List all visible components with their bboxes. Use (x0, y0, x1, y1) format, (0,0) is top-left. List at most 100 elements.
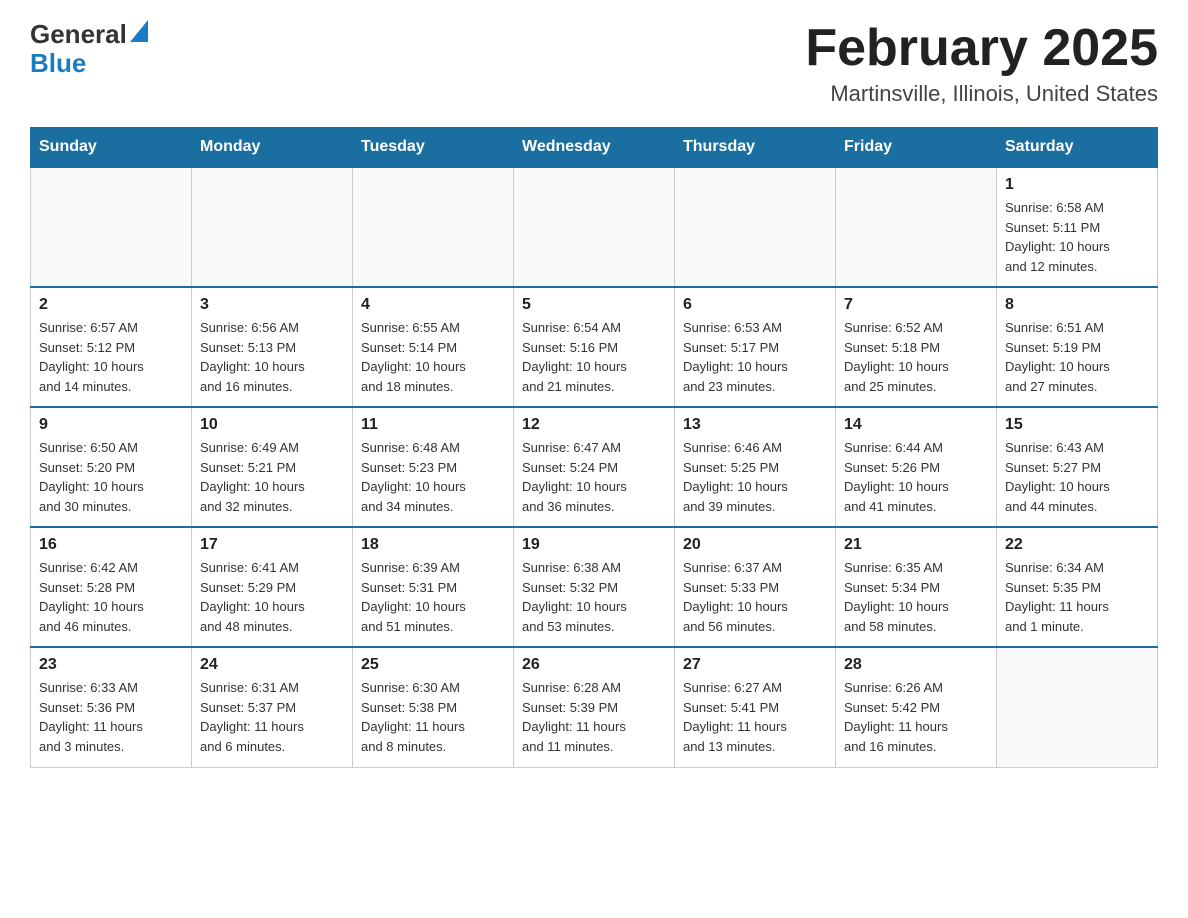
calendar-cell: 9 Sunrise: 6:50 AM Sunset: 5:20 PM Daylig… (31, 407, 192, 527)
week-row: 9 Sunrise: 6:50 AM Sunset: 5:20 PM Daylig… (31, 407, 1158, 527)
day-info: Sunrise: 6:28 AM Sunset: 5:39 PM Dayligh… (522, 678, 666, 756)
day-number: 6 (683, 296, 827, 314)
day-number: 22 (1005, 536, 1149, 554)
calendar-cell: 8 Sunrise: 6:51 AM Sunset: 5:19 PM Daylig… (997, 287, 1158, 407)
calendar-cell: 25 Sunrise: 6:30 AM Sunset: 5:38 PM Dayli… (353, 647, 514, 767)
day-info: Sunrise: 6:50 AM Sunset: 5:20 PM Dayligh… (39, 438, 183, 516)
column-header-sunday: Sunday (31, 128, 192, 168)
day-number: 27 (683, 656, 827, 674)
day-info: Sunrise: 6:39 AM Sunset: 5:31 PM Dayligh… (361, 558, 505, 636)
logo-wrapper: General Blue (30, 20, 148, 77)
day-number: 23 (39, 656, 183, 674)
day-number: 19 (522, 536, 666, 554)
calendar-cell: 16 Sunrise: 6:42 AM Sunset: 5:28 PM Dayli… (31, 527, 192, 647)
day-info: Sunrise: 6:38 AM Sunset: 5:32 PM Dayligh… (522, 558, 666, 636)
calendar-cell: 2 Sunrise: 6:57 AM Sunset: 5:12 PM Daylig… (31, 287, 192, 407)
calendar-cell: 20Sunrise: 6:37 AM Sunset: 5:33 PM Dayli… (675, 527, 836, 647)
day-info: Sunrise: 6:41 AM Sunset: 5:29 PM Dayligh… (200, 558, 344, 636)
day-number: 24 (200, 656, 344, 674)
day-info: Sunrise: 6:58 AM Sunset: 5:11 PM Dayligh… (1005, 198, 1149, 276)
calendar-cell: 23 Sunrise: 6:33 AM Sunset: 5:36 PM Dayli… (31, 647, 192, 767)
day-info: Sunrise: 6:48 AM Sunset: 5:23 PM Dayligh… (361, 438, 505, 516)
calendar-cell: 7Sunrise: 6:52 AM Sunset: 5:18 PM Daylig… (836, 287, 997, 407)
calendar-cell: 28Sunrise: 6:26 AM Sunset: 5:42 PM Dayli… (836, 647, 997, 767)
day-number: 5 (522, 296, 666, 314)
calendar-cell: 11 Sunrise: 6:48 AM Sunset: 5:23 PM Dayli… (353, 407, 514, 527)
day-info: Sunrise: 6:42 AM Sunset: 5:28 PM Dayligh… (39, 558, 183, 636)
calendar-cell: 22Sunrise: 6:34 AM Sunset: 5:35 PM Dayli… (997, 527, 1158, 647)
day-number: 10 (200, 416, 344, 434)
day-number: 1 (1005, 176, 1149, 194)
day-number: 8 (1005, 296, 1149, 314)
calendar-cell: 1 Sunrise: 6:58 AM Sunset: 5:11 PM Daylig… (997, 167, 1158, 287)
title-area: February 2025 Martinsville, Illinois, Un… (805, 20, 1158, 107)
calendar-table: SundayMondayTuesdayWednesdayThursdayFrid… (30, 127, 1158, 768)
logo-row1: General (30, 20, 148, 49)
calendar-cell: 27Sunrise: 6:27 AM Sunset: 5:41 PM Dayli… (675, 647, 836, 767)
day-info: Sunrise: 6:37 AM Sunset: 5:33 PM Dayligh… (683, 558, 827, 636)
day-number: 4 (361, 296, 505, 314)
day-number: 28 (844, 656, 988, 674)
day-number: 17 (200, 536, 344, 554)
logo-blue-label: Blue (30, 48, 86, 78)
day-info: Sunrise: 6:55 AM Sunset: 5:14 PM Dayligh… (361, 318, 505, 396)
day-info: Sunrise: 6:44 AM Sunset: 5:26 PM Dayligh… (844, 438, 988, 516)
calendar-cell: 14 Sunrise: 6:44 AM Sunset: 5:26 PM Dayli… (836, 407, 997, 527)
column-header-saturday: Saturday (997, 128, 1158, 168)
column-header-friday: Friday (836, 128, 997, 168)
day-number: 16 (39, 536, 183, 554)
calendar-cell: 15 Sunrise: 6:43 AM Sunset: 5:27 PM Dayli… (997, 407, 1158, 527)
day-info: Sunrise: 6:35 AM Sunset: 5:34 PM Dayligh… (844, 558, 988, 636)
calendar-cell: 26 Sunrise: 6:28 AM Sunset: 5:39 PM Dayli… (514, 647, 675, 767)
day-number: 12 (522, 416, 666, 434)
logo-general-text: General (30, 20, 127, 49)
day-info: Sunrise: 6:53 AM Sunset: 5:17 PM Dayligh… (683, 318, 827, 396)
day-number: 26 (522, 656, 666, 674)
day-info: Sunrise: 6:30 AM Sunset: 5:38 PM Dayligh… (361, 678, 505, 756)
calendar-cell: 5Sunrise: 6:54 AM Sunset: 5:16 PM Daylig… (514, 287, 675, 407)
day-number: 11 (361, 416, 505, 434)
calendar-cell: 6 Sunrise: 6:53 AM Sunset: 5:17 PM Daylig… (675, 287, 836, 407)
column-header-tuesday: Tuesday (353, 128, 514, 168)
header-row: SundayMondayTuesdayWednesdayThursdayFrid… (31, 128, 1158, 168)
calendar-cell (836, 167, 997, 287)
calendar-cell (31, 167, 192, 287)
calendar-cell: 18 Sunrise: 6:39 AM Sunset: 5:31 PM Dayli… (353, 527, 514, 647)
calendar-cell (192, 167, 353, 287)
page-header: General Blue February 2025 Martinsville,… (30, 20, 1158, 107)
calendar-cell: 24 Sunrise: 6:31 AM Sunset: 5:37 PM Dayli… (192, 647, 353, 767)
calendar-cell (514, 167, 675, 287)
day-info: Sunrise: 6:43 AM Sunset: 5:27 PM Dayligh… (1005, 438, 1149, 516)
day-info: Sunrise: 6:33 AM Sunset: 5:36 PM Dayligh… (39, 678, 183, 756)
day-number: 13 (683, 416, 827, 434)
day-number: 25 (361, 656, 505, 674)
week-row: 2 Sunrise: 6:57 AM Sunset: 5:12 PM Daylig… (31, 287, 1158, 407)
day-info: Sunrise: 6:47 AM Sunset: 5:24 PM Dayligh… (522, 438, 666, 516)
day-info: Sunrise: 6:31 AM Sunset: 5:37 PM Dayligh… (200, 678, 344, 756)
day-number: 14 (844, 416, 988, 434)
column-header-monday: Monday (192, 128, 353, 168)
day-number: 2 (39, 296, 183, 314)
day-number: 18 (361, 536, 505, 554)
day-number: 15 (1005, 416, 1149, 434)
calendar-cell: 12 Sunrise: 6:47 AM Sunset: 5:24 PM Dayli… (514, 407, 675, 527)
column-header-wednesday: Wednesday (514, 128, 675, 168)
calendar-cell (675, 167, 836, 287)
day-number: 3 (200, 296, 344, 314)
day-info: Sunrise: 6:46 AM Sunset: 5:25 PM Dayligh… (683, 438, 827, 516)
day-info: Sunrise: 6:56 AM Sunset: 5:13 PM Dayligh… (200, 318, 344, 396)
calendar-cell: 17 Sunrise: 6:41 AM Sunset: 5:29 PM Dayli… (192, 527, 353, 647)
logo-triangle-icon (130, 20, 148, 42)
week-row: 1 Sunrise: 6:58 AM Sunset: 5:11 PM Daylig… (31, 167, 1158, 287)
week-row: 16 Sunrise: 6:42 AM Sunset: 5:28 PM Dayli… (31, 527, 1158, 647)
column-header-thursday: Thursday (675, 128, 836, 168)
calendar-cell: 21Sunrise: 6:35 AM Sunset: 5:34 PM Dayli… (836, 527, 997, 647)
day-info: Sunrise: 6:52 AM Sunset: 5:18 PM Dayligh… (844, 318, 988, 396)
calendar-cell: 13 Sunrise: 6:46 AM Sunset: 5:25 PM Dayli… (675, 407, 836, 527)
day-info: Sunrise: 6:51 AM Sunset: 5:19 PM Dayligh… (1005, 318, 1149, 396)
month-title: February 2025 (805, 20, 1158, 77)
calendar-cell: 19 Sunrise: 6:38 AM Sunset: 5:32 PM Dayli… (514, 527, 675, 647)
day-number: 9 (39, 416, 183, 434)
day-info: Sunrise: 6:49 AM Sunset: 5:21 PM Dayligh… (200, 438, 344, 516)
day-info: Sunrise: 6:57 AM Sunset: 5:12 PM Dayligh… (39, 318, 183, 396)
